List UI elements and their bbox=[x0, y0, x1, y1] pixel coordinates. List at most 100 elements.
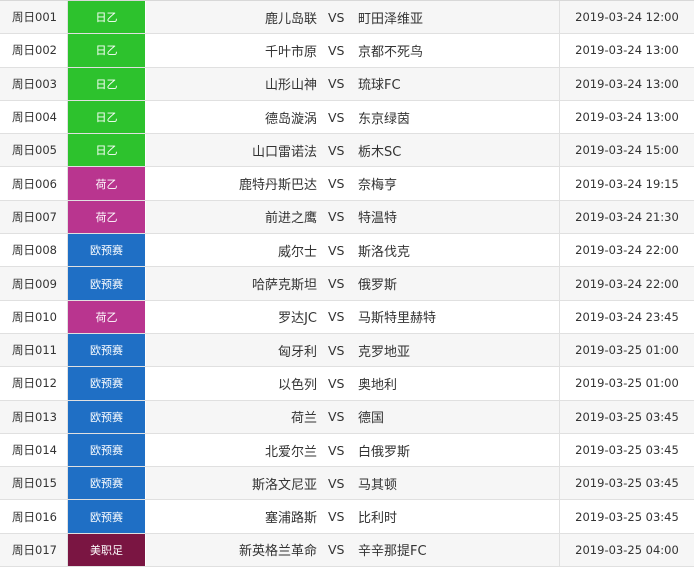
home-team[interactable]: 新英格兰革命 bbox=[239, 534, 317, 566]
league-badge[interactable]: 日乙 bbox=[68, 67, 146, 100]
match-number: 周日012 bbox=[0, 367, 68, 400]
away-team[interactable]: 白俄罗斯 bbox=[358, 434, 410, 466]
match-teams: 千叶市原 VS 京都不死鸟 bbox=[146, 34, 560, 67]
away-team[interactable]: 德国 bbox=[358, 401, 384, 433]
league-badge[interactable]: 欧预赛 bbox=[68, 333, 146, 367]
away-team[interactable]: 马斯特里赫特 bbox=[358, 301, 436, 333]
league-badge[interactable]: 日乙 bbox=[68, 134, 146, 167]
away-team[interactable]: 奥地利 bbox=[358, 367, 397, 399]
match-row[interactable]: 周日008 欧预赛 威尔士 VS 斯洛伐克 2019-03-24 22:00 bbox=[0, 234, 694, 268]
match-row[interactable]: 周日003 日乙 山形山神 VS 琉球FC 2019-03-24 13:00 bbox=[0, 67, 694, 101]
match-number: 周日010 bbox=[0, 300, 68, 333]
home-team[interactable]: 前进之鹰 bbox=[265, 201, 317, 233]
league-badge[interactable]: 荷乙 bbox=[68, 167, 146, 200]
match-teams: 罗达JC VS 马斯特里赫特 bbox=[146, 300, 560, 333]
home-team[interactable]: 千叶市原 bbox=[265, 34, 317, 66]
match-number: 周日004 bbox=[0, 100, 68, 134]
match-row[interactable]: 周日016 欧预赛 塞浦路斯 VS 比利时 2019-03-25 03:45 bbox=[0, 500, 694, 534]
match-time: 2019-03-25 03:45 bbox=[575, 409, 679, 424]
away-team[interactable]: 辛辛那提FC bbox=[358, 534, 427, 566]
home-team[interactable]: 以色列 bbox=[278, 367, 317, 399]
match-teams: 塞浦路斯 VS 比利时 bbox=[146, 500, 560, 533]
match-teams: 新英格兰革命 VS 辛辛那提FC bbox=[146, 533, 560, 567]
league-badge[interactable]: 欧预赛 bbox=[68, 467, 146, 500]
away-team[interactable]: 特温特 bbox=[358, 201, 397, 233]
away-team[interactable]: 东京绿茵 bbox=[358, 101, 410, 133]
match-row[interactable]: 周日001 日乙 鹿儿岛联 VS 町田泽维亚 2019-03-24 12:00 bbox=[0, 1, 694, 35]
away-team[interactable]: 栃木SC bbox=[358, 134, 401, 166]
league-badge[interactable]: 欧预赛 bbox=[68, 433, 146, 467]
match-row[interactable]: 周日009 欧预赛 哈萨克斯坦 VS 俄罗斯 2019-03-24 22:00 bbox=[0, 267, 694, 301]
away-team[interactable]: 俄罗斯 bbox=[358, 267, 397, 299]
match-time: 2019-03-24 19:15 bbox=[575, 176, 679, 191]
vs-label: VS bbox=[328, 209, 345, 225]
match-number: 周日007 bbox=[0, 200, 68, 234]
home-team[interactable]: 鹿儿岛联 bbox=[265, 1, 317, 33]
home-team[interactable]: 罗达JC bbox=[278, 301, 317, 333]
match-row[interactable]: 周日011 欧预赛 匈牙利 VS 克罗地亚 2019-03-25 01:00 bbox=[0, 333, 694, 368]
vs-label: VS bbox=[328, 176, 345, 192]
home-team[interactable]: 斯洛文尼亚 bbox=[252, 467, 317, 499]
league-badge[interactable]: 日乙 bbox=[68, 34, 146, 67]
match-time: 2019-03-25 03:45 bbox=[575, 509, 679, 524]
match-row[interactable]: 周日006 荷乙 鹿特丹斯巴达 VS 奈梅亨 2019-03-24 19:15 bbox=[0, 167, 694, 201]
match-time: 2019-03-24 13:00 bbox=[575, 76, 679, 91]
match-time: 2019-03-24 13:00 bbox=[575, 110, 679, 125]
vs-label: VS bbox=[328, 475, 345, 491]
match-row[interactable]: 周日007 荷乙 前进之鹰 VS 特温特 2019-03-24 21:30 bbox=[0, 200, 694, 235]
match-number: 周日013 bbox=[0, 400, 68, 433]
match-teams: 德岛漩涡 VS 东京绿茵 bbox=[146, 100, 560, 134]
away-team[interactable]: 奈梅亨 bbox=[358, 167, 397, 199]
match-row[interactable]: 周日012 欧预赛 以色列 VS 奥地利 2019-03-25 01:00 bbox=[0, 367, 694, 401]
league-badge[interactable]: 欧预赛 bbox=[68, 234, 146, 267]
home-team[interactable]: 北爱尔兰 bbox=[265, 434, 317, 466]
match-row[interactable]: 周日002 日乙 千叶市原 VS 京都不死鸟 2019-03-24 13:00 bbox=[0, 34, 694, 68]
match-time: 2019-03-24 12:00 bbox=[575, 10, 679, 25]
away-team[interactable]: 町田泽维亚 bbox=[358, 1, 423, 33]
match-row[interactable]: 周日010 荷乙 罗达JC VS 马斯特里赫特 2019-03-24 23:45 bbox=[0, 300, 694, 334]
away-team[interactable]: 琉球FC bbox=[358, 68, 401, 100]
league-badge[interactable]: 美职足 bbox=[68, 533, 146, 567]
match-time: 2019-03-25 04:00 bbox=[575, 542, 679, 557]
home-team[interactable]: 山口雷诺法 bbox=[252, 134, 317, 166]
away-team[interactable]: 京都不死鸟 bbox=[358, 34, 423, 66]
league-badge[interactable]: 日乙 bbox=[68, 100, 146, 134]
match-time: 2019-03-25 01:00 bbox=[575, 376, 679, 391]
match-time: 2019-03-24 23:45 bbox=[575, 309, 679, 324]
match-number: 周日017 bbox=[0, 533, 68, 567]
home-team[interactable]: 荷兰 bbox=[291, 401, 317, 433]
match-row[interactable]: 周日014 欧预赛 北爱尔兰 VS 白俄罗斯 2019-03-25 03:45 bbox=[0, 433, 694, 468]
match-number: 周日009 bbox=[0, 267, 68, 300]
match-number: 周日003 bbox=[0, 67, 68, 100]
match-row[interactable]: 周日004 日乙 德岛漩涡 VS 东京绿茵 2019-03-24 13:00 bbox=[0, 100, 694, 135]
home-team[interactable]: 匈牙利 bbox=[278, 334, 317, 366]
league-badge[interactable]: 日乙 bbox=[68, 1, 146, 34]
league-badge[interactable]: 欧预赛 bbox=[68, 267, 146, 300]
league-badge[interactable]: 荷乙 bbox=[68, 300, 146, 333]
match-row[interactable]: 周日005 日乙 山口雷诺法 VS 栃木SC 2019-03-24 15:00 bbox=[0, 134, 694, 168]
home-team[interactable]: 威尔士 bbox=[278, 234, 317, 266]
match-teams: 匈牙利 VS 克罗地亚 bbox=[146, 333, 560, 367]
league-badge[interactable]: 欧预赛 bbox=[68, 400, 146, 433]
match-number: 周日005 bbox=[0, 134, 68, 167]
home-team[interactable]: 塞浦路斯 bbox=[265, 500, 317, 532]
home-team[interactable]: 德岛漩涡 bbox=[265, 101, 317, 133]
away-team[interactable]: 斯洛伐克 bbox=[358, 234, 410, 266]
league-badge[interactable]: 欧预赛 bbox=[68, 500, 146, 533]
home-team[interactable]: 山形山神 bbox=[265, 68, 317, 100]
home-team[interactable]: 哈萨克斯坦 bbox=[252, 267, 317, 299]
match-row[interactable]: 周日013 欧预赛 荷兰 VS 德国 2019-03-25 03:45 bbox=[0, 400, 694, 434]
away-team[interactable]: 克罗地亚 bbox=[358, 334, 410, 366]
away-team[interactable]: 比利时 bbox=[358, 500, 397, 532]
match-number: 周日008 bbox=[0, 234, 68, 267]
league-badge[interactable]: 欧预赛 bbox=[68, 367, 146, 400]
vs-label: VS bbox=[328, 309, 345, 325]
vs-label: VS bbox=[328, 442, 345, 458]
home-team[interactable]: 鹿特丹斯巴达 bbox=[239, 167, 317, 199]
league-badge[interactable]: 荷乙 bbox=[68, 200, 146, 234]
match-row[interactable]: 周日017 美职足 新英格兰革命 VS 辛辛那提FC 2019-03-25 04… bbox=[0, 533, 694, 568]
match-row[interactable]: 周日015 欧预赛 斯洛文尼亚 VS 马其顿 2019-03-25 03:45 bbox=[0, 467, 694, 501]
match-teams: 北爱尔兰 VS 白俄罗斯 bbox=[146, 433, 560, 467]
match-number: 周日002 bbox=[0, 34, 68, 67]
away-team[interactable]: 马其顿 bbox=[358, 467, 397, 499]
